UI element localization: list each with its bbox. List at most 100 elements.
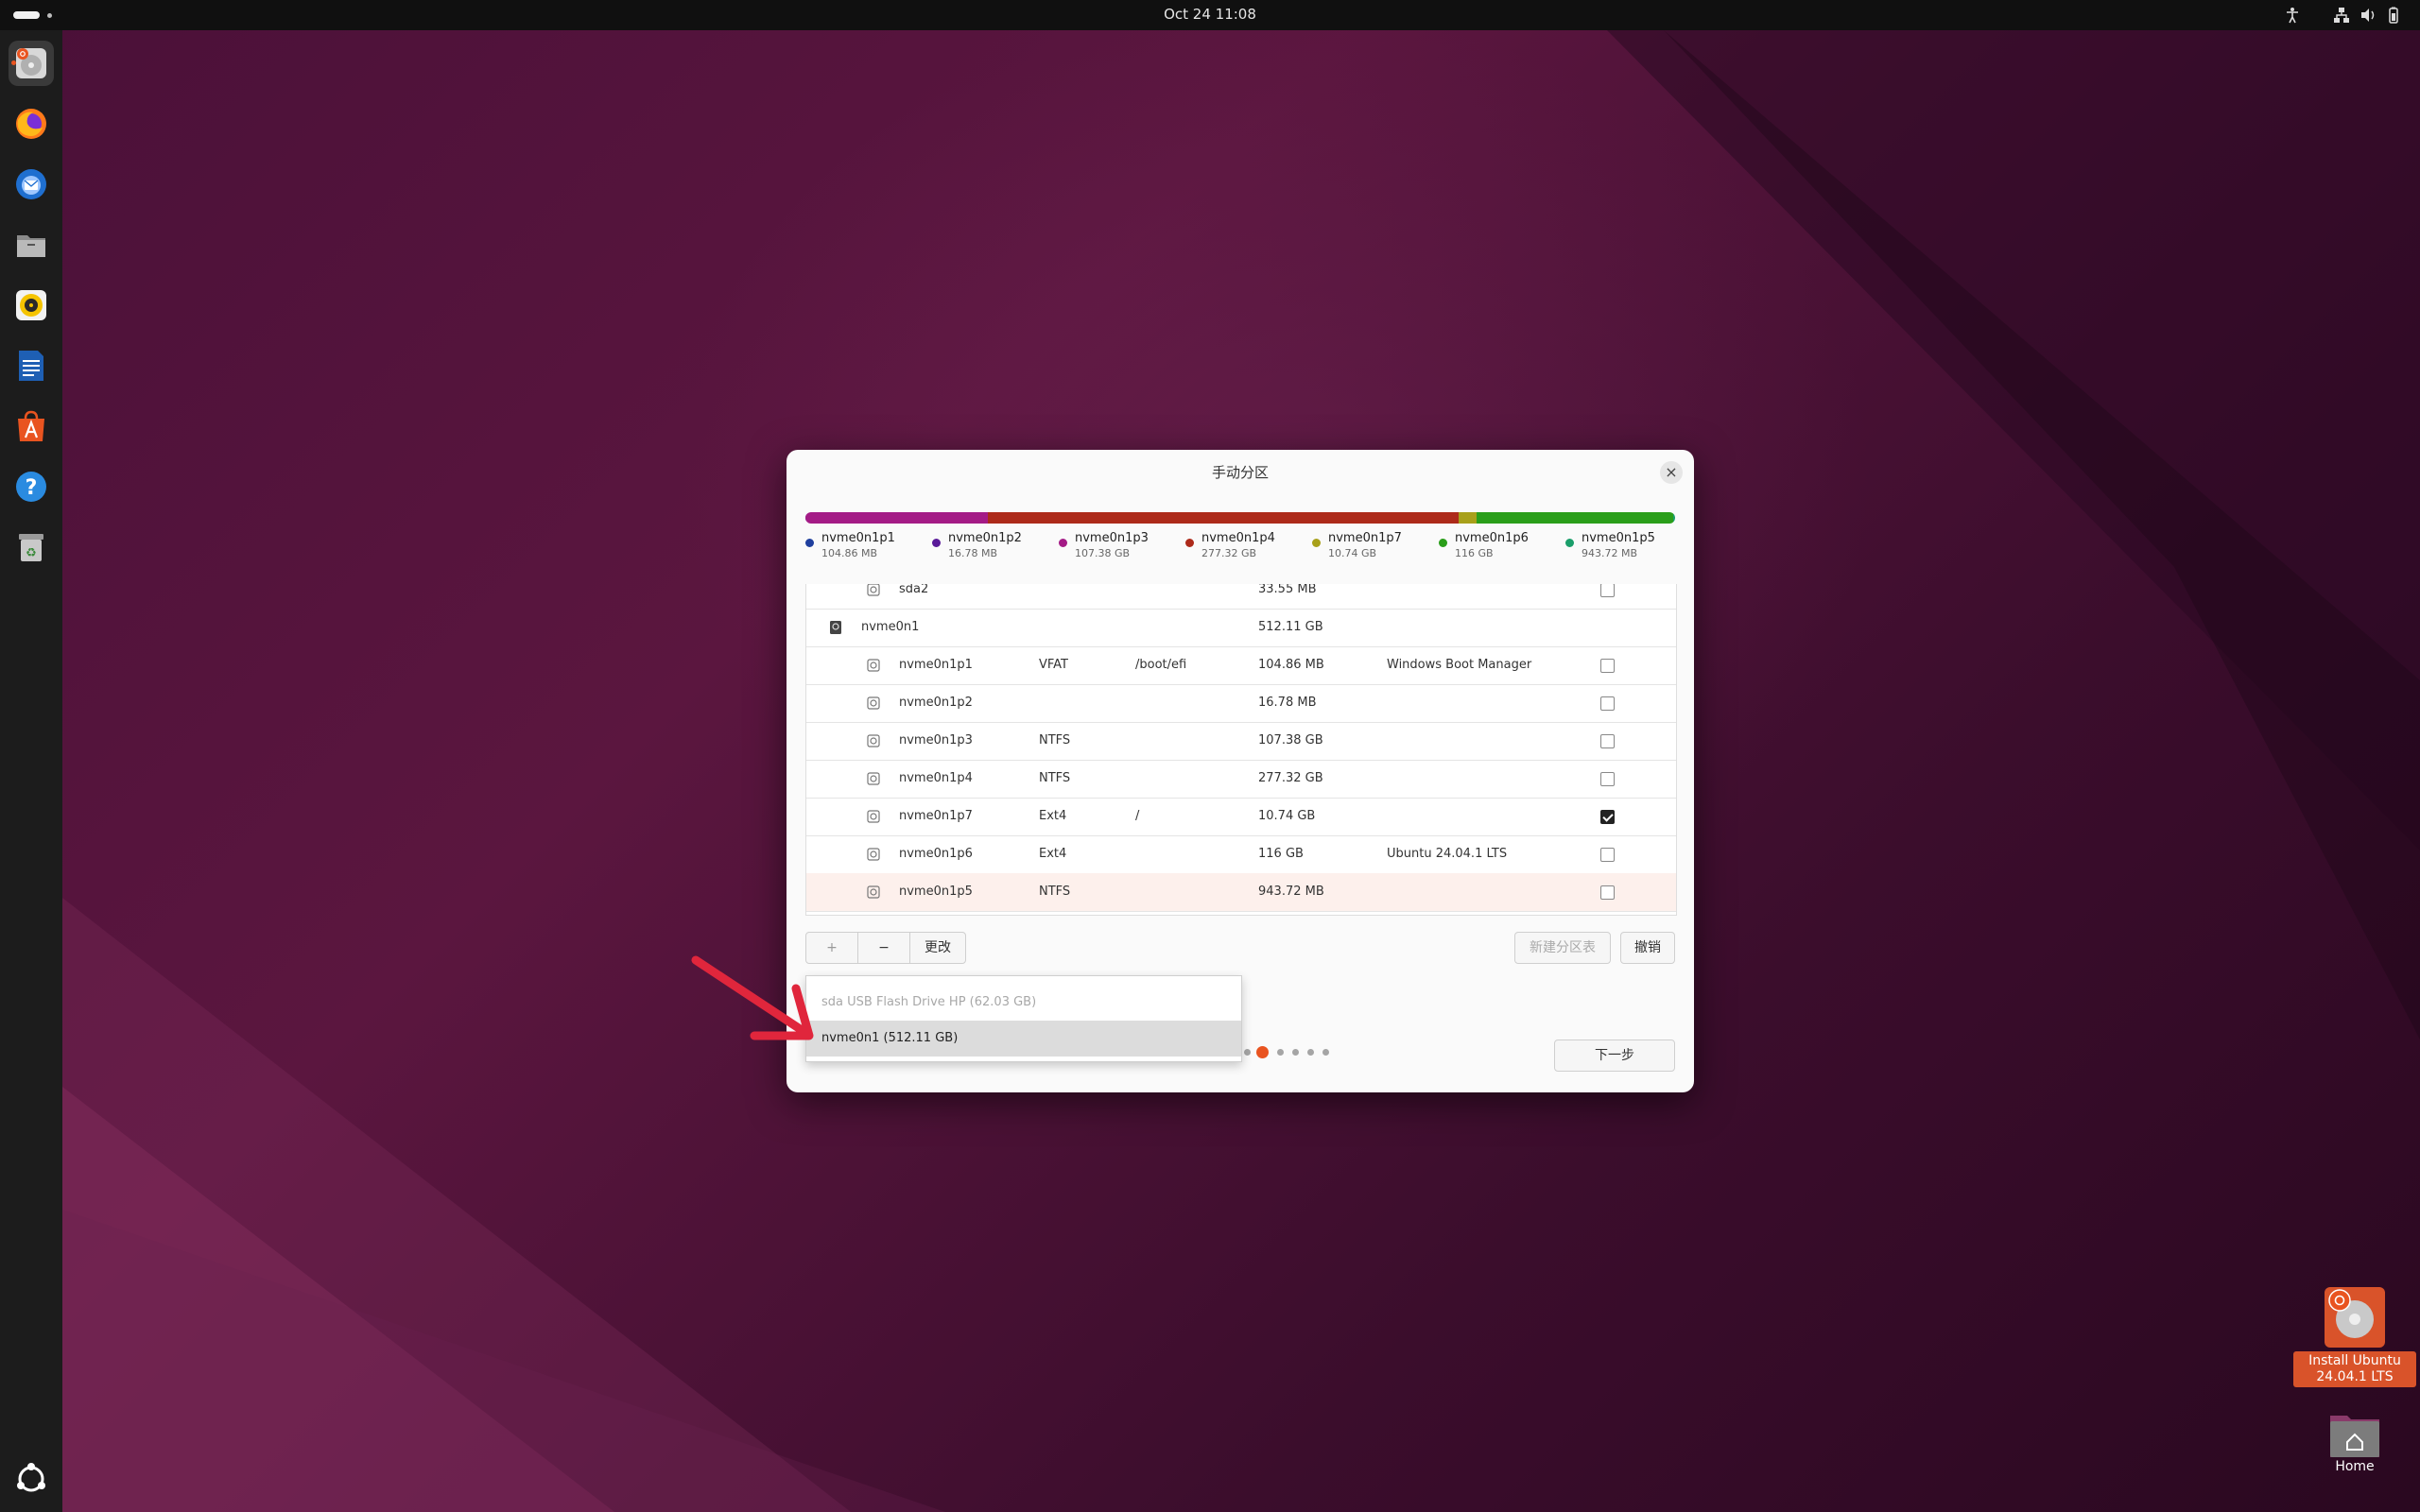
format-checkbox-checked[interactable]	[1600, 810, 1615, 824]
partition-type: NTFS	[1039, 733, 1071, 747]
table-row[interactable]: nvme0n1p1 VFAT /boot/efi 104.86 MB Windo…	[806, 646, 1676, 685]
table-row[interactable]: nvme0n1p4 NTFS 277.32 GB	[806, 760, 1676, 799]
dock-item-app-center[interactable]	[9, 404, 54, 449]
table-row[interactable]: nvme0n1p7 Ext4 / 10.74 GB	[806, 798, 1676, 836]
change-partition-button[interactable]: 更改	[909, 932, 966, 964]
table-row[interactable]: nvme0n1p6 Ext4 116 GB Ubuntu 24.04.1 LTS	[806, 835, 1676, 874]
desktop-home-folder[interactable]: Home	[2322, 1410, 2388, 1475]
device-name: nvme0n1p4	[899, 771, 973, 785]
dock-item-firefox[interactable]	[9, 101, 54, 146]
table-row[interactable]: nvme0n1p2 16.78 MB	[806, 684, 1676, 723]
clock[interactable]: Oct 24 11:08	[0, 0, 2420, 28]
legend-size: 10.74 GB	[1328, 547, 1377, 559]
trash-icon: ♻	[19, 534, 43, 561]
usage-segment-nvme0n1p3	[805, 512, 988, 524]
partition-type: Ext4	[1039, 809, 1067, 823]
app-center-icon	[18, 410, 44, 441]
partition-size: 107.38 GB	[1258, 733, 1323, 747]
usage-segment-nvme0n1p4	[987, 512, 1459, 524]
dock-item-thunderbird[interactable]	[9, 162, 54, 207]
device-name: nvme0n1	[861, 620, 920, 634]
partition-icon	[867, 885, 880, 899]
format-checkbox[interactable]	[1600, 734, 1615, 748]
home-folder-icon	[2330, 1416, 2379, 1457]
show-apps-icon[interactable]	[13, 1461, 49, 1497]
next-button[interactable]: 下一步	[1554, 1040, 1675, 1072]
legend-dot	[805, 539, 814, 547]
dock-item-files[interactable]	[9, 222, 54, 267]
install-label-box: Install Ubuntu 24.04.1 LTS	[2293, 1351, 2416, 1387]
top-bar: Oct 24 11:08	[0, 0, 2420, 30]
pager-dot	[1292, 1049, 1299, 1056]
legend-dot	[932, 539, 941, 547]
pager-dot-current	[1256, 1046, 1269, 1058]
writer-icon	[19, 351, 43, 381]
accessibility-icon[interactable]	[2286, 7, 2299, 24]
table-row[interactable]: nvme0n1p3 NTFS 107.38 GB	[806, 722, 1676, 761]
legend-size: 107.38 GB	[1075, 547, 1131, 559]
partition-type: NTFS	[1039, 885, 1071, 899]
format-checkbox[interactable]	[1600, 696, 1615, 711]
remove-partition-button[interactable]: −	[857, 932, 910, 964]
dock: ? ♻	[0, 30, 62, 1512]
pager-dot	[1307, 1049, 1314, 1056]
disk-row[interactable]: nvme0n1 512.11 GB	[806, 609, 1676, 647]
format-checkbox[interactable]	[1600, 772, 1615, 786]
partition-size: 33.55 MB	[1258, 584, 1317, 596]
legend-name: nvme0n1p7	[1328, 531, 1402, 545]
partition-size: 104.86 MB	[1258, 658, 1324, 672]
legend-name: nvme0n1p1	[821, 531, 895, 545]
legend-dot	[1439, 539, 1447, 547]
table-row-selected[interactable]: nvme0n1p5 NTFS 943.72 MB	[806, 873, 1676, 912]
dock-item-trash[interactable]: ♻	[9, 524, 54, 570]
legend-size: 943.72 MB	[1582, 547, 1638, 559]
device-name: nvme0n1p6	[899, 847, 973, 861]
dock-item-rhythmbox[interactable]	[9, 283, 54, 328]
format-checkbox[interactable]	[1600, 659, 1615, 673]
format-checkbox[interactable]	[1600, 885, 1615, 900]
device-name: nvme0n1p7	[899, 809, 973, 823]
help-icon: ?	[16, 472, 46, 502]
dialog-title: 手动分区	[1211, 464, 1269, 481]
partition-legend: nvme0n1p1 104.86 MB nvme0n1p2 16.78 MB n…	[805, 531, 1675, 565]
format-checkbox[interactable]	[1600, 848, 1615, 862]
close-button[interactable]: ×	[1660, 461, 1683, 484]
desktop-install-ubuntu[interactable]: Install Ubuntu 24.04.1 LTS	[2293, 1287, 2416, 1387]
legend-dot	[1565, 539, 1574, 547]
volume-icon[interactable]	[2360, 7, 2377, 24]
mount-point: /	[1135, 809, 1140, 823]
table-row[interactable]: sda2 33.55 MB	[806, 584, 1676, 610]
dock-item-help[interactable]: ?	[9, 464, 54, 509]
legend-dot	[1059, 539, 1067, 547]
legend-name: nvme0n1p4	[1201, 531, 1275, 545]
partition-icon	[867, 696, 880, 710]
dropdown-option-selected[interactable]: nvme0n1 (512.11 GB)	[806, 1021, 1241, 1057]
boot-device-dropdown[interactable]: sda USB Flash Drive HP (62.03 GB) nvme0n…	[805, 975, 1242, 1062]
device-name: sda2	[899, 584, 929, 596]
partition-type: VFAT	[1039, 658, 1069, 672]
format-checkbox[interactable]	[1600, 584, 1615, 597]
partition-size: 10.74 GB	[1258, 809, 1316, 823]
legend-size: 16.78 MB	[948, 547, 998, 559]
partition-size: 16.78 MB	[1258, 696, 1317, 710]
system: Windows Boot Manager	[1387, 658, 1532, 672]
network-icon[interactable]	[2333, 7, 2350, 24]
partition-icon	[867, 734, 880, 747]
revert-button[interactable]: 撤销	[1620, 932, 1675, 964]
dock-item-installer[interactable]	[9, 41, 54, 86]
svg-text:♻: ♻	[26, 546, 37, 560]
usage-segment-nvme0n1p5	[1673, 512, 1675, 524]
files-icon	[17, 235, 45, 257]
battery-icon[interactable]	[2384, 7, 2401, 24]
partition-icon	[867, 772, 880, 785]
new-partition-table-button[interactable]: 新建分区表	[1514, 932, 1611, 964]
installer-icon	[2325, 1287, 2385, 1348]
usage-segment-nvme0n1p7	[1458, 512, 1478, 524]
dock-item-writer[interactable]	[9, 343, 54, 388]
disk-size: 512.11 GB	[1258, 620, 1323, 634]
partition-size: 277.32 GB	[1258, 771, 1323, 785]
pager-dot	[1277, 1049, 1284, 1056]
partition-size: 943.72 MB	[1258, 885, 1324, 899]
partition-icon	[867, 584, 880, 596]
pager-dot	[1322, 1049, 1329, 1056]
